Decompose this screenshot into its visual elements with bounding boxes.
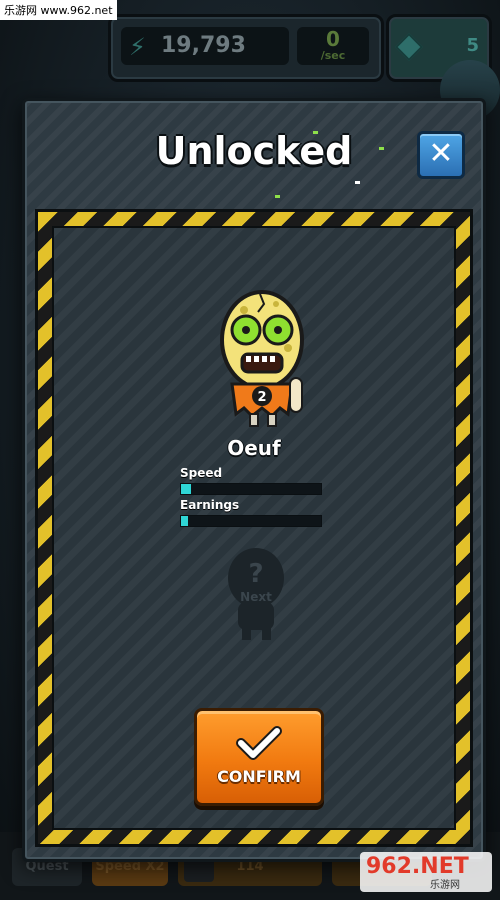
money-box: ⚡ 19,793: [121, 27, 289, 65]
earnings-bar: [180, 515, 322, 527]
confetti: [313, 131, 318, 134]
watermark-logo: 962.NET 乐游网: [360, 852, 492, 892]
next-label: Next: [240, 590, 272, 604]
earnings-bar-fill: [181, 516, 188, 526]
confirm-button[interactable]: CONFIRM: [194, 708, 324, 806]
earnings-stat: Earnings: [180, 498, 322, 527]
egg-zombie-character: 2: [220, 290, 304, 427]
confetti: [275, 195, 280, 198]
speed-stat: Speed: [180, 466, 322, 495]
rate-value: 0: [326, 27, 340, 51]
character-level: 2: [257, 390, 266, 405]
confetti: [379, 147, 384, 150]
lightning-icon: ⚡: [129, 33, 146, 61]
confetti: [355, 181, 360, 184]
check-icon: [236, 726, 282, 760]
speed-bar-fill: [181, 484, 191, 494]
unlocked-modal: Unlocked ✕ 2 Oeuf Speed Earnings ? Next …: [22, 98, 486, 862]
gems-value: 5: [466, 35, 479, 56]
modal-title: Unlocked: [155, 129, 353, 173]
close-button[interactable]: ✕: [417, 131, 465, 179]
character-name: Oeuf: [227, 436, 281, 460]
question-mark-icon: ?: [248, 559, 263, 589]
watermark-text: 乐游网 www.962.net: [0, 0, 117, 20]
confirm-label: CONFIRM: [217, 767, 301, 786]
speed-bar: [180, 483, 322, 495]
watermark-logo-subtext: 乐游网: [430, 880, 460, 891]
rate-box: 0 /sec: [297, 27, 369, 65]
speed-label: Speed: [180, 466, 223, 480]
gem-icon: [394, 32, 424, 62]
hazard-frame: 2 Oeuf Speed Earnings ? Next CONFIRM: [35, 209, 473, 847]
money-value: 19,793: [161, 33, 246, 58]
close-icon: ✕: [428, 136, 454, 171]
earnings-label: Earnings: [180, 498, 240, 512]
rate-unit: /sec: [320, 49, 346, 62]
money-panel: ⚡ 19,793 0 /sec: [108, 14, 384, 82]
reward-panel: 2 Oeuf Speed Earnings ? Next CONFIRM: [52, 226, 456, 830]
